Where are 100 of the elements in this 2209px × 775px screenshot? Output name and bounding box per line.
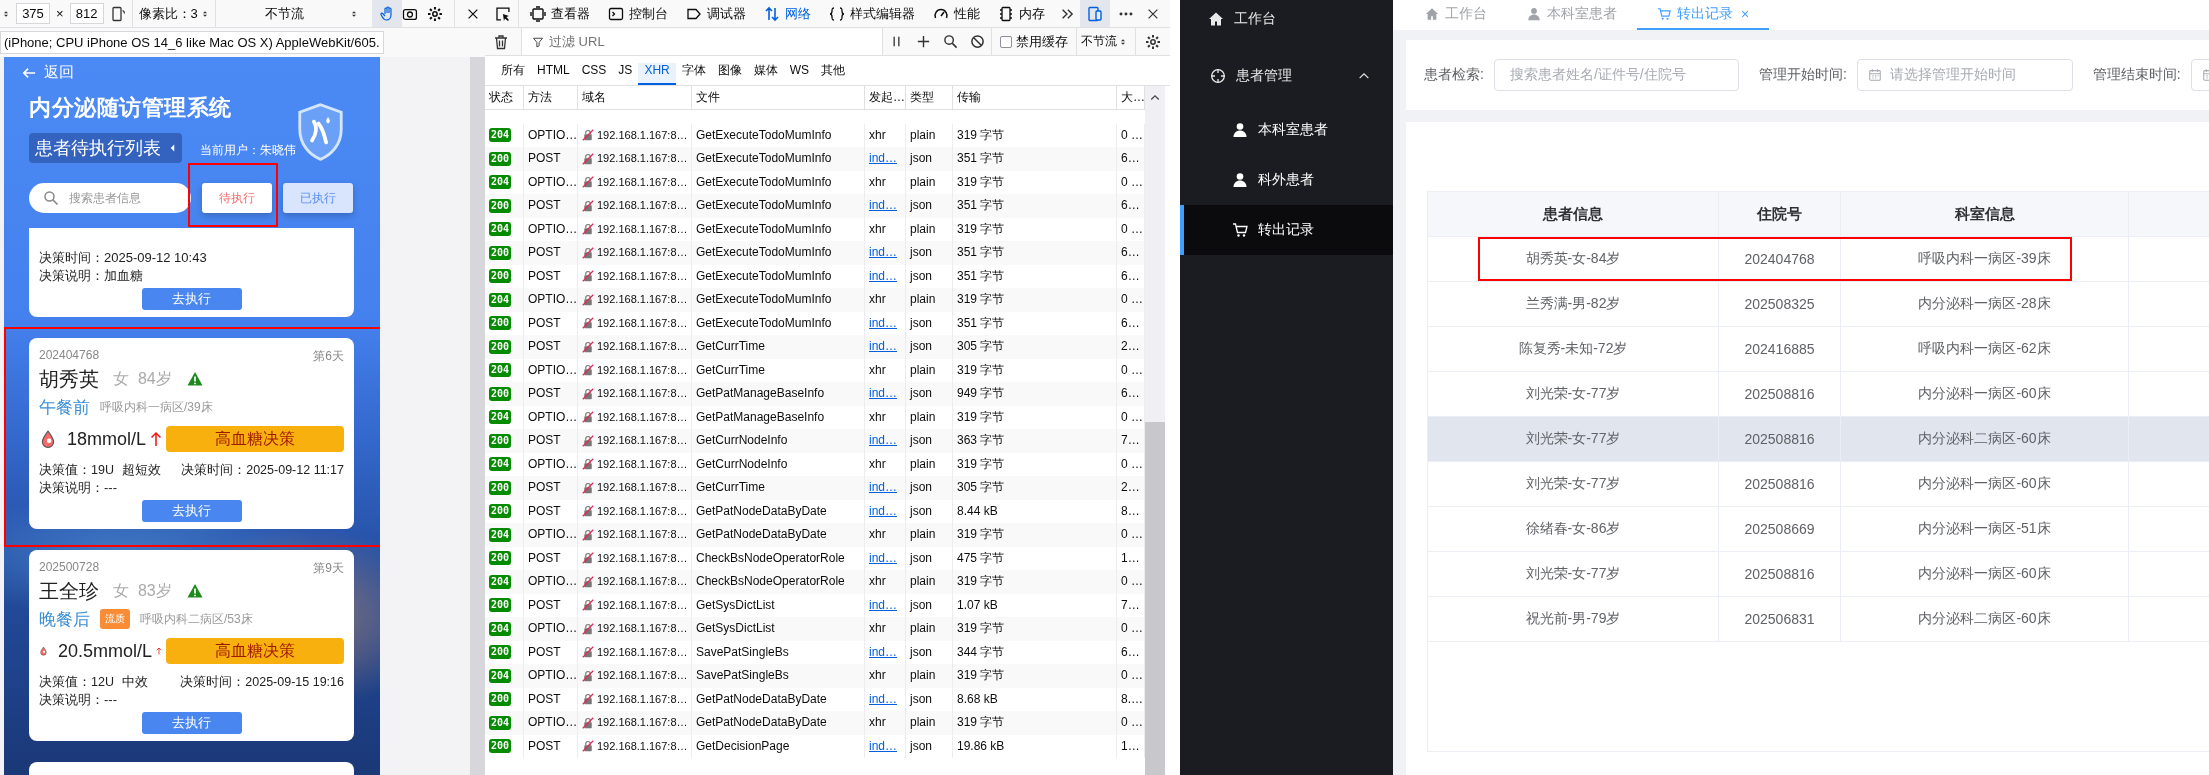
pixel-ratio-select[interactable]: 像素比：3	[138, 1, 209, 26]
home-icon	[1208, 11, 1224, 27]
devtools-tab[interactable]: 性能	[924, 0, 990, 27]
viewport-height-field[interactable]: 812	[69, 3, 104, 24]
menu-item[interactable]: 本科室患者	[1180, 105, 1393, 155]
settings-icon[interactable]	[426, 5, 443, 22]
diet-tag: 流质	[100, 609, 130, 629]
type-filter-tab[interactable]: 图像	[711, 63, 748, 85]
block-icon[interactable]	[970, 34, 985, 49]
status-badge: 200	[489, 151, 512, 166]
chevron-icon[interactable]	[1060, 6, 1075, 21]
disable-cache-checkbox[interactable]	[1000, 35, 1012, 48]
calendar-icon	[1867, 68, 1882, 82]
execute-button[interactable]: 去执行	[141, 500, 242, 522]
initiator-link[interactable]: ind…	[869, 339, 897, 353]
menu-item[interactable]: 科外患者	[1180, 155, 1393, 205]
execute-button[interactable]: 去执行	[141, 712, 242, 734]
add-icon[interactable]	[916, 34, 931, 49]
type-filter-tab[interactable]: WS	[783, 63, 816, 85]
column-header: 住院号	[1719, 192, 1841, 236]
initiator-link[interactable]: ind…	[869, 480, 897, 494]
type-filter-tab[interactable]: 媒体	[747, 63, 784, 85]
trash-icon[interactable]	[493, 33, 509, 50]
domain-cell: 192.168.1.167:8…	[578, 476, 692, 500]
column-header[interactable]: 域名	[578, 86, 692, 109]
initiator-link[interactable]: ind…	[869, 503, 897, 518]
user-agent-field[interactable]: (iPhone; CPU iPhone OS 14_6 like Mac OS X) AppleWebKit/605.	[0, 31, 384, 54]
menu-group[interactable]: 患者管理	[1180, 51, 1393, 101]
initiator-link[interactable]: ind…	[869, 386, 897, 400]
type-cell: json	[906, 429, 953, 453]
type-filter-tab[interactable]: XHR	[638, 63, 676, 85]
initiator-link[interactable]: ind…	[869, 433, 897, 447]
column-header[interactable]: 类型	[906, 86, 953, 109]
initiator-link[interactable]: ind…	[869, 550, 897, 565]
viewport-width-field[interactable]: 375	[16, 3, 50, 24]
throttle-select[interactable]: 不节流	[1081, 33, 1127, 50]
table-row[interactable]: 祝光前-男-79岁 202506831 内分泌科二病区-60床	[1428, 597, 2209, 642]
initiator-link[interactable]: ind…	[869, 245, 897, 259]
settings-icon[interactable]	[1145, 33, 1161, 50]
table-cell: 202508325	[1719, 282, 1841, 326]
table-row[interactable]: 刘光荣-女-77岁 202508816 内分泌科一病区-60床	[1428, 462, 2209, 507]
column-header[interactable]: 发起…	[865, 86, 906, 109]
type-filter-tab[interactable]: 其他	[815, 63, 852, 85]
rotate-icon[interactable]	[109, 5, 126, 22]
devtools-tab[interactable]: 控制台	[599, 0, 678, 27]
column-header[interactable]: 方法	[524, 86, 578, 109]
type-cell: plain	[906, 288, 953, 312]
search-icon[interactable]	[943, 34, 958, 49]
times-sign: ×	[56, 6, 64, 21]
initiator-link[interactable]: ind…	[869, 268, 897, 283]
menu-item[interactable]: 转出记录	[1180, 205, 1393, 255]
table-row[interactable]: 兰秀满-男-82岁 202508325 内分泌科一病区-28床	[1428, 282, 2209, 327]
struck-lock-icon	[582, 458, 594, 471]
devtools-tab[interactable]: 内存	[989, 0, 1055, 27]
table-cell: 内分泌科一病区-28床	[1841, 282, 2129, 326]
column-header[interactable]: 状态	[485, 86, 524, 109]
column-header[interactable]: 传输	[953, 86, 1117, 109]
table-cell: 徐绪春-女-86岁	[1428, 507, 1719, 551]
table-row[interactable]: 刘光荣-女-77岁 202508816 内分泌科二病区-60床	[1428, 417, 2209, 462]
list-title-dropdown[interactable]: 患者待执行列表	[29, 133, 182, 163]
back-link[interactable]: 返回	[4, 57, 380, 82]
status-badge: 200	[489, 692, 512, 707]
decision-time: 决策时间：2025-09-12 10:43	[39, 249, 208, 267]
type-filter-tab[interactable]: 字体	[675, 63, 712, 85]
initiator-link[interactable]: ind…	[869, 644, 897, 659]
table-row[interactable]: 刘光荣-女-77岁 202508816 内分泌科一病区-60床	[1428, 372, 2209, 417]
filter-url-field[interactable]: 过滤 URL	[522, 28, 882, 55]
column-header[interactable]: 文件	[692, 86, 865, 109]
table-row[interactable]: 刘光荣-女-77岁 202508816 内分泌科一病区-60床	[1428, 552, 2209, 597]
initiator-link[interactable]: ind…	[869, 151, 897, 165]
domain-cell: 192.168.1.167:8…	[578, 147, 692, 171]
responsive-mode-button[interactable]	[1080, 0, 1111, 27]
initiator-link[interactable]: ind…	[869, 315, 897, 330]
initiator-cell: xhr	[869, 292, 886, 306]
domain-cell: 192.168.1.167:8…	[578, 382, 692, 406]
type-filter-tab[interactable]: 所有	[495, 63, 531, 85]
table-row[interactable]: 胡秀英-女-84岁 202404768 呼吸内科一病区-39床	[1428, 237, 2209, 282]
initiator-link[interactable]: ind…	[869, 691, 897, 706]
type-filter-tab[interactable]: JS	[612, 63, 639, 85]
table-row[interactable]: 陈复秀-未知-72岁 202416885 呼吸内科一病区-62床	[1428, 327, 2209, 372]
file-cell: GetPatNodeDataByDate	[692, 711, 865, 735]
table-cell: 202506831	[1719, 597, 1841, 641]
devtools-tab[interactable]: 查看器	[521, 0, 600, 27]
menu-item[interactable]: 工作台	[1180, 0, 1393, 38]
initiator-link[interactable]: ind…	[869, 597, 897, 612]
transfer-cell: 319 字节	[953, 617, 1117, 641]
type-filter-tab[interactable]: CSS	[575, 63, 613, 85]
type-filter-tab[interactable]: HTML	[531, 63, 576, 85]
file-cell: GetExecuteTodoMumInfo	[692, 194, 865, 218]
devtools-tab[interactable]: 样式编辑器	[820, 0, 925, 27]
table-row[interactable]: 徐绪春-女-86岁 202508669 内分泌科一病区-51床	[1428, 507, 2209, 552]
devtools-tab[interactable]: 网络	[755, 0, 821, 27]
decision-label: 高血糖决策	[166, 638, 344, 664]
throttle-select[interactable]: 不节流	[221, 1, 362, 26]
initiator-link[interactable]: ind…	[869, 738, 897, 753]
execute-button[interactable]: 去执行	[141, 288, 242, 310]
picker-icon[interactable]	[494, 5, 511, 22]
user-icon	[1232, 122, 1248, 138]
devtools-tab[interactable]: 调试器	[677, 0, 756, 27]
initiator-link[interactable]: ind…	[869, 198, 897, 212]
